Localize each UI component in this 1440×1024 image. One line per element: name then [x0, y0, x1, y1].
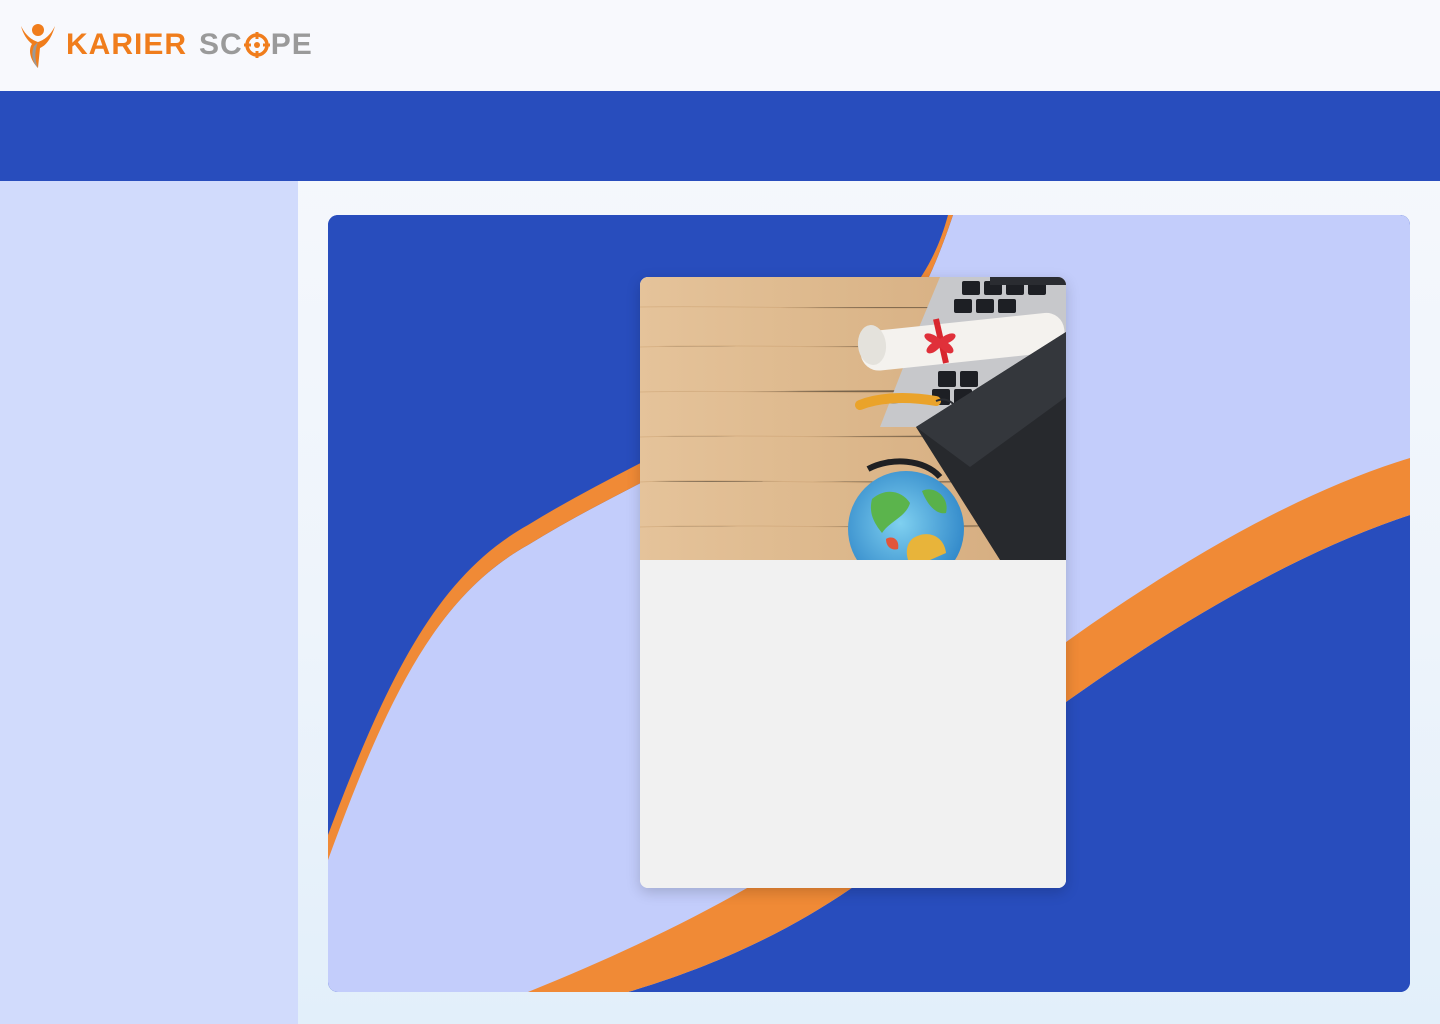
- card-body: [640, 560, 1066, 888]
- logo-text-scope-prefix: SC: [199, 28, 243, 61]
- logo-text-karier: KARIER: [66, 28, 188, 61]
- logo-person-icon: [21, 24, 55, 68]
- top-header: KARIER SC PE: [0, 0, 1440, 90]
- left-sidebar: [0, 181, 298, 1024]
- logo-wordmark: KARIER SC PE: [66, 28, 313, 62]
- blue-banner: [0, 91, 1440, 181]
- logo-text-scope: SC PE: [199, 28, 313, 62]
- card-hero-image: [640, 277, 1066, 560]
- target-icon: [243, 32, 270, 58]
- karier-scope-logo[interactable]: KARIER SC PE: [18, 20, 313, 70]
- graduation-desk-illustration: [640, 277, 1066, 560]
- content-card[interactable]: [640, 277, 1066, 888]
- logo-text-scope-suffix: PE: [270, 28, 313, 61]
